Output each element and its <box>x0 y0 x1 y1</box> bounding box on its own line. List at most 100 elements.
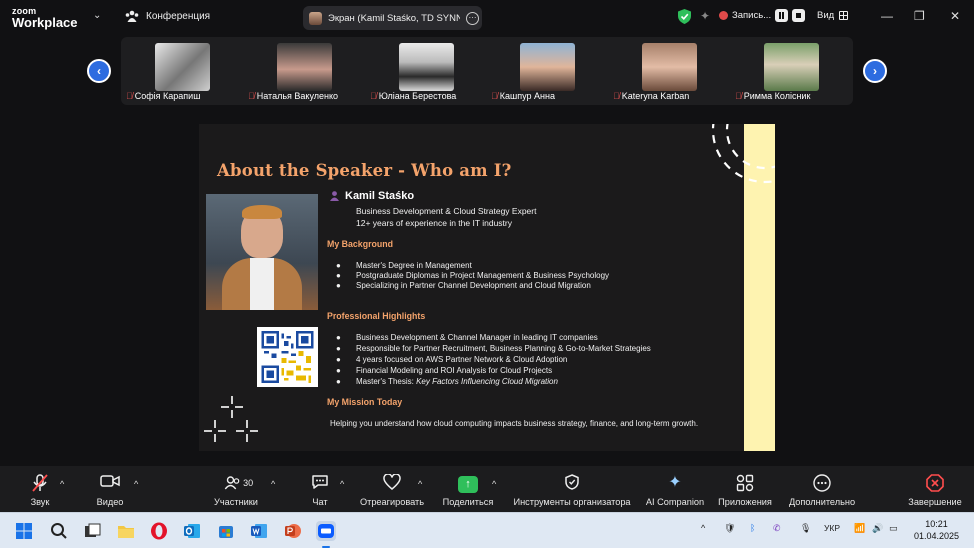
more-button[interactable]: Дополнительно <box>784 466 860 512</box>
ai-companion-label: AI Companion <box>645 497 705 507</box>
video-button[interactable]: Видео <box>90 466 130 512</box>
highlight-item: ● Master's Thesis: Key Factors Influencin… <box>336 377 558 386</box>
host-tools-label: Инструменты организатора <box>513 497 631 507</box>
view-button[interactable]: Вид <box>817 10 849 21</box>
chat-icon <box>311 474 329 495</box>
search-icon[interactable] <box>49 521 69 541</box>
meeting-icon <box>125 10 139 22</box>
participants-button[interactable]: 30 Участники <box>210 466 262 512</box>
audio-button[interactable]: Звук <box>20 466 60 512</box>
taskbar-clock[interactable]: 10:21 01.04.2025 <box>914 518 959 542</box>
share-arrow-icon: ↑ <box>458 476 478 493</box>
participant-tile[interactable]: 🎙̸ Римма Колісник <box>731 43 852 103</box>
chevron-up-icon[interactable]: ^ <box>701 523 705 533</box>
more-label: Дополнительно <box>788 497 856 507</box>
participants-label: Участники <box>214 497 258 507</box>
file-explorer-icon[interactable] <box>116 521 136 541</box>
defender-icon[interactable]: 🛡 <box>724 523 735 534</box>
next-page-button[interactable]: › <box>863 59 887 83</box>
audio-options-button[interactable]: ^ <box>58 466 70 512</box>
apps-button[interactable]: Приложения <box>716 466 774 512</box>
video-camera-icon <box>100 474 120 493</box>
share-screen-button[interactable]: ↑ Поделиться <box>440 466 496 512</box>
prev-page-button[interactable]: ‹ <box>87 59 111 83</box>
mission-text: Helping you understand how cloud computi… <box>330 419 699 428</box>
participant-tile[interactable]: 🎙̸ Софія Карапиш <box>122 43 243 103</box>
volume-icon[interactable]: 🔊 <box>872 523 883 534</box>
host-shield-icon <box>565 474 579 495</box>
restore-icon[interactable]: ❐ <box>914 9 925 23</box>
decorative-crosses <box>204 396 258 442</box>
screen-share-label: Экран (Kamil Staśko, TD SYNNEX <box>328 12 460 24</box>
share-label: Поделиться <box>442 497 494 507</box>
participants-count: 30 <box>243 478 254 488</box>
end-meeting-button[interactable]: Завершение <box>904 466 966 512</box>
mic-muted-icon: 🎙̸ <box>613 91 620 101</box>
mic-muted-icon <box>32 474 48 497</box>
participant-name: 🎙̸ Кашпур Анна <box>491 91 555 101</box>
task-view-icon[interactable] <box>82 521 102 541</box>
video-options-button[interactable]: ^ <box>132 466 144 512</box>
recording-dot-icon <box>719 11 728 20</box>
clock-date: 01.04.2025 <box>914 531 960 541</box>
recording-label: Запись... <box>732 10 772 21</box>
chat-button[interactable]: Чат <box>300 466 340 512</box>
viber-icon[interactable]: ✆ <box>773 523 781 534</box>
participant-video <box>399 43 454 91</box>
participant-name: 🎙̸ Софія Карапиш <box>126 91 201 101</box>
participant-name: 🎙̸ Kateryna Karban <box>613 91 690 101</box>
ai-companion-button[interactable]: ✦ AI Companion <box>642 466 708 512</box>
meeting-info-button[interactable]: Конференция <box>125 10 210 22</box>
qr-code <box>257 327 318 387</box>
react-options-button[interactable]: ^ <box>416 466 428 512</box>
shared-slide: About the Speaker - Who am I? Kamil Staś… <box>199 124 775 451</box>
zoom-app-icon[interactable] <box>316 521 336 541</box>
participants-options-button[interactable]: ^ <box>269 466 281 512</box>
chevron-down-icon[interactable]: ⌄ <box>93 10 101 21</box>
bluetooth-icon[interactable]: ᛒ <box>750 523 755 533</box>
mic-tray-icon[interactable]: 🎙 <box>800 523 811 534</box>
background-item: ● Master's Degree in Management <box>336 261 472 270</box>
outlook-icon[interactable] <box>182 521 202 541</box>
top-bar: zoom Workplace ⌄ Конференция Экран (Kami… <box>0 0 974 36</box>
share-options-button[interactable]: ^ <box>490 466 502 512</box>
wifi-icon[interactable]: 📶 <box>854 523 865 534</box>
chevron-up-icon: ^ <box>134 479 139 489</box>
participant-tile[interactable]: 🎙̸ Наталья Вакуленко <box>244 43 365 103</box>
participant-name: 🎙̸ Юліана Берестова <box>370 91 457 101</box>
react-button[interactable]: Отреагировать <box>360 466 424 512</box>
keyboard-language[interactable]: УКР <box>824 523 840 533</box>
speaker-experience: 12+ years of experience in the IT indust… <box>356 218 513 228</box>
screen-share-pill[interactable]: Экран (Kamil Staśko, TD SYNNEX ··· <box>303 6 482 30</box>
ai-sparkle-icon[interactable]: ✦ <box>700 9 710 23</box>
person-icon <box>330 191 339 201</box>
stop-recording-button[interactable] <box>792 9 806 22</box>
powerpoint-icon[interactable] <box>283 521 303 541</box>
background-item: ● Specializing in Partner Channel Develop… <box>336 281 591 290</box>
close-icon[interactable]: ✕ <box>950 9 960 23</box>
pause-recording-button[interactable] <box>775 9 789 22</box>
participant-video <box>155 43 210 91</box>
more-dots-icon <box>813 474 831 497</box>
slide-title: About the Speaker - Who am I? <box>217 161 512 180</box>
background-heading: My Background <box>327 239 393 249</box>
chevron-up-icon: ^ <box>60 479 65 489</box>
windows-start-icon[interactable] <box>14 521 34 541</box>
opera-icon[interactable] <box>149 521 169 541</box>
minimize-icon[interactable]: — <box>881 9 893 23</box>
mic-muted-icon: 🎙̸ <box>126 91 133 101</box>
microsoft-store-icon[interactable] <box>216 521 236 541</box>
participant-name: 🎙̸ Наталья Вакуленко <box>248 91 339 101</box>
more-options-icon[interactable]: ··· <box>466 11 479 25</box>
participant-tile[interactable]: 🎙̸ Юліана Берестова <box>366 43 487 103</box>
word-icon[interactable] <box>249 521 269 541</box>
security-shield-icon[interactable] <box>678 9 691 24</box>
participant-tile[interactable]: 🎙̸ Kateryna Karban <box>609 43 730 103</box>
host-tools-button[interactable]: Инструменты организатора <box>510 466 634 512</box>
speaker-role: Business Development & Cloud Strategy Ex… <box>356 206 537 216</box>
battery-icon[interactable]: ▭ <box>889 523 898 534</box>
participant-video <box>642 43 697 91</box>
participant-tile[interactable]: 🎙̸ Кашпур Анна <box>487 43 608 103</box>
chat-options-button[interactable]: ^ <box>338 466 350 512</box>
sharer-avatar <box>309 11 322 25</box>
